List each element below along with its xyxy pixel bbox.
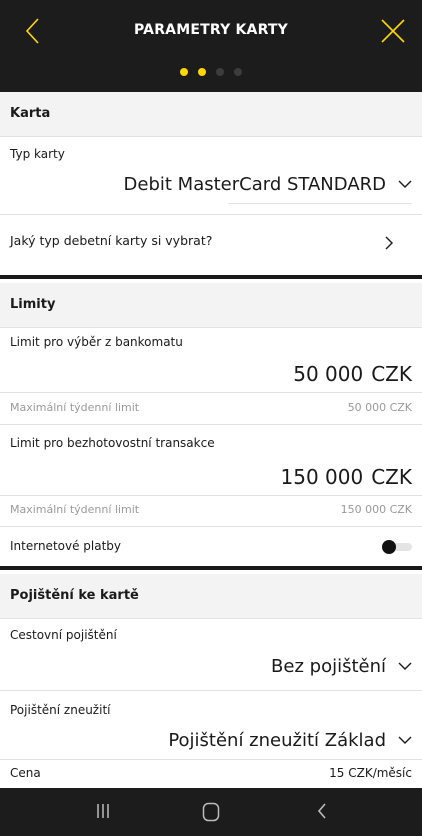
select-underline <box>228 203 412 204</box>
travel-insurance-label: Cestovní pojištění <box>10 628 117 642</box>
section-karta-title: Karta <box>0 92 422 136</box>
divider <box>0 526 422 527</box>
chevron-right-icon[interactable] <box>385 236 394 250</box>
divider <box>0 618 422 619</box>
step-dot-4 <box>234 68 242 76</box>
cashless-weekly-limit-value: 150 000 CZK <box>340 503 412 516</box>
divider <box>0 690 422 691</box>
atm-limit-label: Limit pro výběr z bankomatu <box>10 335 183 349</box>
cashless-limit-input[interactable]: 150 000 CZK <box>273 465 413 489</box>
chevron-down-icon <box>398 662 412 670</box>
cashless-limit-currency: CZK <box>371 465 412 489</box>
back-icon[interactable] <box>316 802 328 820</box>
price-label: Cena <box>10 766 41 780</box>
atm-weekly-limit-value: 50 000 CZK <box>347 401 412 414</box>
atm-limit-input[interactable]: 50 000 CZK <box>285 362 412 386</box>
price-value: 15 CZK/měsíc <box>329 766 412 780</box>
atm-weekly-limit-label: Maximální týdenní limit <box>10 401 140 414</box>
internet-payments-label: Internetové platby <box>10 539 122 553</box>
step-indicator <box>0 68 422 76</box>
section-separator <box>0 275 422 279</box>
section-limity-title: Limity <box>0 283 422 327</box>
misuse-insurance-select[interactable]: Pojištění zneužití Základ <box>168 730 412 751</box>
step-dot-3 <box>216 68 224 76</box>
divider <box>0 214 422 215</box>
divider <box>0 392 422 393</box>
step-dot-2 <box>198 68 206 76</box>
cashless-limit-value: 150 000 <box>280 465 364 489</box>
card-type-select[interactable]: Debit MasterCard STANDARD <box>124 174 412 195</box>
atm-limit-currency: CZK <box>371 362 412 386</box>
divider <box>0 136 422 137</box>
home-icon[interactable] <box>202 802 220 822</box>
card-type-help-link[interactable]: Jaký typ debetní karty si vybrat? <box>10 233 212 248</box>
section-separator <box>0 566 422 570</box>
travel-insurance-value: Bez pojištění <box>271 656 386 677</box>
travel-insurance-select[interactable]: Bez pojištění <box>271 656 412 677</box>
system-navigation-bar <box>0 788 422 836</box>
atm-limit-value: 50 000 <box>293 362 364 386</box>
misuse-insurance-value: Pojištění zneužití Základ <box>168 730 386 751</box>
internet-payments-toggle[interactable] <box>382 540 412 554</box>
divider <box>0 327 422 328</box>
close-icon[interactable] <box>380 18 406 44</box>
chevron-down-icon <box>398 180 412 188</box>
app-header: PARAMETRY KARTY <box>0 0 422 92</box>
divider <box>0 495 422 496</box>
divider <box>0 759 422 760</box>
card-type-label: Typ karty <box>10 147 65 161</box>
cashless-weekly-limit-label: Maximální týdenní limit <box>10 503 140 516</box>
step-dot-1 <box>180 68 188 76</box>
recent-apps-icon[interactable] <box>96 802 110 820</box>
chevron-down-icon <box>398 736 412 744</box>
cashless-limit-label: Limit pro bezhotovostní transakce <box>10 436 215 450</box>
page-title: PARAMETRY KARTY <box>133 22 289 38</box>
section-insurance-title: Pojištění ke kartě <box>0 574 422 618</box>
toggle-knob <box>382 540 396 554</box>
card-type-value: Debit MasterCard STANDARD <box>123 174 386 195</box>
divider <box>0 424 422 425</box>
misuse-insurance-label: Pojištění zneužití <box>10 703 111 717</box>
